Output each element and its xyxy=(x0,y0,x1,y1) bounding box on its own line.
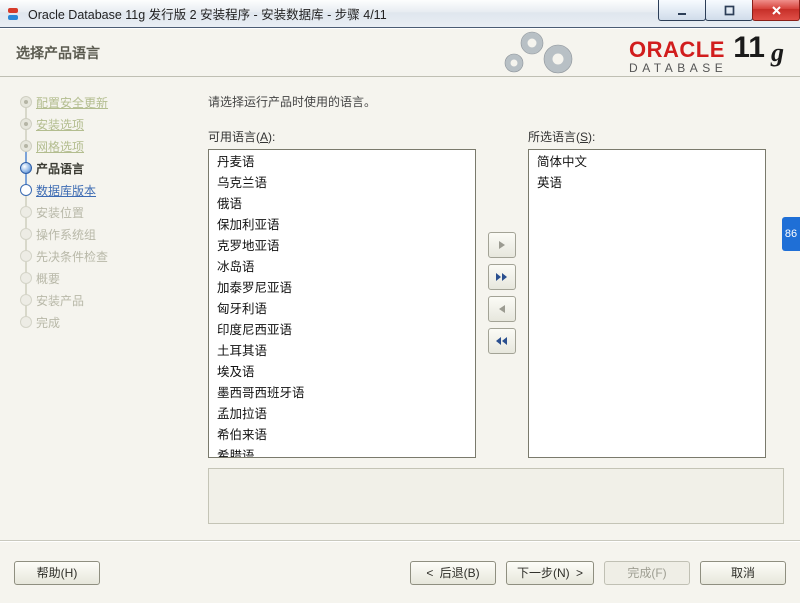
wizard-step-7: 先决条件检查 xyxy=(0,245,196,267)
main-area: 配置安全更新安装选项网格选项产品语言数据库版本安装位置操作系统组先决条件检查概要… xyxy=(0,77,800,541)
side-tab[interactable]: 86 xyxy=(782,217,800,251)
step-bullet-icon xyxy=(20,294,32,306)
list-item[interactable]: 英语 xyxy=(529,173,765,194)
step-bullet-icon xyxy=(20,316,32,328)
step-label: 安装位置 xyxy=(36,204,84,221)
step-label: 安装选项 xyxy=(36,116,84,133)
wizard-step-0: 配置安全更新 xyxy=(0,91,196,113)
back-button[interactable]: < 后退(B) xyxy=(410,561,496,585)
move-right-button[interactable] xyxy=(488,232,516,258)
wizard-step-4[interactable]: 数据库版本 xyxy=(0,179,196,201)
step-label: 概要 xyxy=(36,270,60,287)
brand-version-g: g xyxy=(771,38,784,68)
list-item[interactable]: 希腊语 xyxy=(209,446,475,458)
selected-column: 所选语言(S): 简体中文英语 xyxy=(528,128,766,458)
wizard-sidebar: 配置安全更新安装选项网格选项产品语言数据库版本安装位置操作系统组先决条件检查概要… xyxy=(0,77,196,540)
finish-button: 完成(F) xyxy=(604,561,690,585)
list-item[interactable]: 希伯来语 xyxy=(209,425,475,446)
help-button[interactable]: 帮助(H) xyxy=(14,561,100,585)
step-bullet-icon xyxy=(20,206,32,218)
step-label: 配置安全更新 xyxy=(36,94,108,111)
wizard-step-3: 产品语言 xyxy=(0,157,196,179)
step-bullet-icon xyxy=(20,140,32,152)
app-icon xyxy=(6,6,22,22)
step-bullet-icon xyxy=(20,96,32,108)
list-item[interactable]: 土耳其语 xyxy=(209,341,475,362)
window-title: Oracle Database 11g 发行版 2 安装程序 - 安装数据库 -… xyxy=(28,4,387,23)
step-label: 安装产品 xyxy=(36,292,84,309)
move-all-left-button[interactable] xyxy=(488,328,516,354)
list-item[interactable]: 保加利亚语 xyxy=(209,215,475,236)
move-all-right-button[interactable] xyxy=(488,264,516,290)
step-bullet-icon xyxy=(20,250,32,262)
footer: 帮助(H) < 后退(B) 下一步(N) > 完成(F) 取消 xyxy=(0,541,800,603)
step-bullet-icon xyxy=(20,162,32,174)
content-pane: 请选择运行产品时使用的语言。 可用语言(A): 丹麦语乌克兰语俄语保加利亚语克罗… xyxy=(196,77,800,540)
next-button[interactable]: 下一步(N) > xyxy=(506,561,594,585)
window-controls xyxy=(659,0,800,20)
selected-label: 所选语言(S): xyxy=(528,128,766,145)
step-label: 网格选项 xyxy=(36,138,84,155)
page-heading: 选择产品语言 xyxy=(16,43,100,63)
wizard-step-8: 概要 xyxy=(0,267,196,289)
dual-list: 可用语言(A): 丹麦语乌克兰语俄语保加利亚语克罗地亚语冰岛语加泰罗尼亚语匈牙利… xyxy=(208,128,784,458)
step-label: 先决条件检查 xyxy=(36,248,108,265)
move-left-button[interactable] xyxy=(488,296,516,322)
wizard-step-10: 完成 xyxy=(0,311,196,333)
step-label: 产品语言 xyxy=(36,160,84,177)
window-titlebar: Oracle Database 11g 发行版 2 安装程序 - 安装数据库 -… xyxy=(0,0,800,28)
list-item[interactable]: 克罗地亚语 xyxy=(209,236,475,257)
list-item[interactable]: 墨西哥西班牙语 xyxy=(209,383,475,404)
minimize-button[interactable] xyxy=(658,0,706,21)
maximize-button[interactable] xyxy=(705,0,753,21)
step-label: 完成 xyxy=(36,314,60,331)
list-item[interactable]: 冰岛语 xyxy=(209,257,475,278)
list-item[interactable]: 乌克兰语 xyxy=(209,173,475,194)
gears-graphic xyxy=(498,29,602,78)
brand-logo: ORACLE DATABASE 11 g xyxy=(629,31,784,75)
wizard-step-1: 安装选项 xyxy=(0,113,196,135)
brand-version-number: 11 xyxy=(733,31,765,65)
list-item[interactable]: 简体中文 xyxy=(529,152,765,173)
step-bullet-icon xyxy=(20,184,32,196)
wizard-step-6: 操作系统组 xyxy=(0,223,196,245)
cancel-button[interactable]: 取消 xyxy=(700,561,786,585)
list-item[interactable]: 印度尼西亚语 xyxy=(209,320,475,341)
available-listbox[interactable]: 丹麦语乌克兰语俄语保加利亚语克罗地亚语冰岛语加泰罗尼亚语匈牙利语印度尼西亚语土耳… xyxy=(208,149,476,458)
header: 选择产品语言 ORACLE DATABASE 11 g xyxy=(0,28,800,77)
list-item[interactable]: 加泰罗尼亚语 xyxy=(209,278,475,299)
wizard-step-9: 安装产品 xyxy=(0,289,196,311)
list-item[interactable]: 俄语 xyxy=(209,194,475,215)
step-bullet-icon xyxy=(20,228,32,240)
step-label: 数据库版本 xyxy=(36,182,96,199)
wizard-step-2[interactable]: 网格选项 xyxy=(0,135,196,157)
step-bullet-icon xyxy=(20,118,32,130)
available-label: 可用语言(A): xyxy=(208,128,476,145)
close-button[interactable] xyxy=(752,0,800,21)
instruction-text: 请选择运行产品时使用的语言。 xyxy=(208,93,784,110)
list-item[interactable]: 匈牙利语 xyxy=(209,299,475,320)
step-bullet-icon xyxy=(20,272,32,284)
message-area xyxy=(208,468,784,524)
step-label: 操作系统组 xyxy=(36,226,96,243)
list-item[interactable]: 孟加拉语 xyxy=(209,404,475,425)
available-column: 可用语言(A): 丹麦语乌克兰语俄语保加利亚语克罗地亚语冰岛语加泰罗尼亚语匈牙利… xyxy=(208,128,476,458)
list-item[interactable]: 丹麦语 xyxy=(209,152,475,173)
wizard-step-5: 安装位置 xyxy=(0,201,196,223)
mover-buttons xyxy=(484,128,520,458)
selected-listbox[interactable]: 简体中文英语 xyxy=(528,149,766,458)
brand-oracle: ORACLE xyxy=(629,37,727,63)
brand-database: DATABASE xyxy=(629,61,727,75)
list-item[interactable]: 埃及语 xyxy=(209,362,475,383)
